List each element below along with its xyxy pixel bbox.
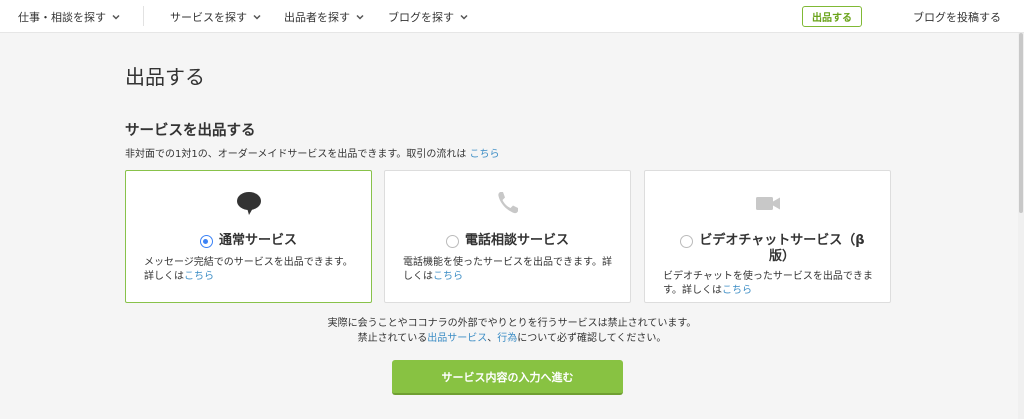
card-video-service[interactable]: ビデオチャットサービス（β 版） ビデオチャットを使ったサービスを出品できます。… bbox=[644, 170, 891, 303]
card-phone-service[interactable]: 電話相談サービス 電話機能を使ったサービスを出品できます。詳しくはこちら bbox=[384, 170, 631, 303]
chevron-down-icon bbox=[112, 14, 120, 20]
notice-line-1: 実際に会うことやココナラの外部でやりとりを行うサービスは禁止されています。 bbox=[327, 318, 697, 329]
card-normal-description: メッセージ完結でのサービスを出品できます。詳しくはこちら bbox=[144, 256, 357, 284]
notice-separator: 、 bbox=[487, 333, 498, 344]
section-title: サービスを出品する bbox=[125, 123, 256, 139]
page-title: 出品する bbox=[125, 65, 205, 89]
notice-line-2-prefix: 禁止されている bbox=[357, 333, 428, 344]
card-video-title: ビデオチャットサービス（β 版） bbox=[699, 233, 864, 265]
card-video-title-row: ビデオチャットサービス（β 版） bbox=[645, 233, 890, 265]
nav-find-sellers-label: 出品者を探す bbox=[284, 10, 350, 24]
card-video-description-text: ビデオチャットを使ったサービスを出品できます。詳しくは bbox=[663, 271, 873, 296]
nav-find-sellers[interactable]: 出品者を探す bbox=[284, 0, 365, 33]
phone-icon bbox=[497, 192, 518, 214]
post-blog-link[interactable]: ブログを投稿する bbox=[913, 0, 1001, 33]
transaction-flow-link[interactable]: こちら bbox=[470, 149, 500, 160]
card-video-details-link[interactable]: こちら bbox=[722, 285, 752, 296]
prohibited-services-link[interactable]: 出品サービス bbox=[427, 333, 487, 344]
card-video-title-line1: ビデオチャットサービス（β bbox=[699, 233, 865, 248]
radio-phone-service[interactable] bbox=[445, 235, 459, 248]
chevron-down-icon bbox=[460, 14, 468, 20]
page-scrollbar[interactable] bbox=[1018, 33, 1024, 419]
nav-find-services-label: サービスを探す bbox=[170, 10, 247, 24]
card-phone-details-link[interactable]: こちら bbox=[433, 271, 463, 282]
card-phone-title: 電話相談サービス bbox=[464, 233, 569, 248]
card-normal-title: 通常サービス bbox=[218, 233, 297, 248]
top-navigation: 仕事・相談を探す サービスを探す 出品者を探す ブログを探す 出品する ブログを… bbox=[0, 0, 1024, 33]
card-phone-title-row: 電話相談サービス bbox=[385, 233, 630, 249]
sell-button[interactable]: 出品する bbox=[802, 6, 862, 27]
chat-bubble-icon bbox=[236, 192, 261, 215]
card-normal-details-link[interactable]: こちら bbox=[184, 271, 214, 282]
nav-find-services[interactable]: サービスを探す bbox=[170, 0, 262, 33]
video-camera-icon bbox=[755, 197, 780, 210]
notice-line-2: 禁止されている出品サービス、行為について必ず確認してください。 bbox=[0, 331, 1024, 346]
prohibited-acts-link[interactable]: 行為 bbox=[497, 333, 517, 344]
card-normal-service[interactable]: 通常サービス メッセージ完結でのサービスを出品できます。詳しくはこちら bbox=[125, 170, 372, 303]
radio-video-service[interactable] bbox=[680, 235, 694, 248]
chevron-down-icon bbox=[356, 14, 364, 20]
scrollbar-thumb[interactable] bbox=[1019, 33, 1023, 213]
card-normal-title-row: 通常サービス bbox=[126, 233, 371, 249]
chevron-down-icon bbox=[253, 14, 261, 20]
card-video-description: ビデオチャットを使ったサービスを出品できます。詳しくはこちら bbox=[663, 270, 876, 298]
nav-find-jobs[interactable]: 仕事・相談を探す bbox=[18, 0, 121, 33]
nav-find-blogs[interactable]: ブログを探す bbox=[388, 0, 469, 33]
section-description: 非対面での1対1の、オーダーメイドサービスを出品できます。取引の流れは こちら bbox=[125, 145, 500, 160]
nav-find-jobs-label: 仕事・相談を探す bbox=[18, 10, 106, 24]
nav-divider bbox=[143, 6, 144, 26]
section-description-text: 非対面での1対1の、オーダーメイドサービスを出品できます。取引の流れは bbox=[125, 149, 470, 160]
radio-normal-service[interactable] bbox=[199, 235, 213, 248]
nav-find-blogs-label: ブログを探す bbox=[388, 10, 454, 24]
proceed-to-service-input-button[interactable]: サービス内容の入力へ進む bbox=[392, 360, 623, 395]
card-phone-description: 電話機能を使ったサービスを出品できます。詳しくはこちら bbox=[403, 256, 616, 284]
card-video-title-line2: 版） bbox=[768, 249, 795, 264]
notice-line-2-suffix: について必ず確認してください。 bbox=[517, 333, 667, 344]
prohibition-notice: 実際に会うことやココナラの外部でやりとりを行うサービスは禁止されています。 禁止… bbox=[0, 316, 1024, 346]
card-normal-description-text: メッセージ完結でのサービスを出品できます。詳しくは bbox=[144, 257, 353, 282]
